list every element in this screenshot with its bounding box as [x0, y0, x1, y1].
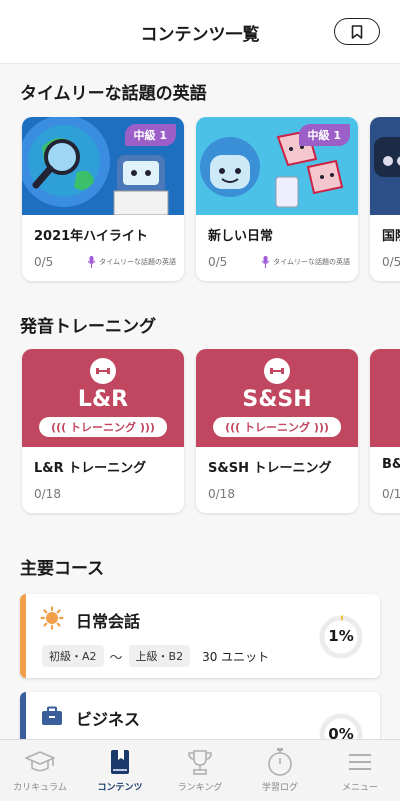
tab-menu[interactable]: メニュー	[320, 740, 400, 801]
training-name: S&SH	[242, 387, 312, 412]
microphone-icon	[261, 256, 270, 268]
microphone-icon	[87, 256, 96, 268]
card-thumbnail	[370, 117, 400, 215]
card-title: 国際	[382, 229, 400, 244]
level-badge: 中級 1	[124, 124, 176, 146]
progress-percent: 1%	[328, 627, 354, 645]
graduation-cap-icon	[25, 751, 55, 772]
training-pill: ((( トレーニング )))	[213, 417, 341, 437]
card-tag: タイムリーな話題の英語	[261, 256, 350, 268]
card-title: B&	[382, 457, 400, 472]
trophy-icon	[188, 750, 212, 775]
section-title-courses: 主要コース	[20, 559, 105, 579]
level-from: 初級・A2	[42, 645, 104, 667]
card-thumbnail: 中級 1	[196, 117, 358, 215]
card-tag: タイムリーな話題の英語	[87, 256, 176, 268]
training-card[interactable]: S&SH ((( トレーニング ))) S&SH トレーニング 0/18	[196, 349, 358, 513]
tab-curriculum[interactable]: カリキュラム	[0, 740, 80, 801]
sun-icon	[40, 606, 64, 630]
card-progress: 0/18	[34, 487, 61, 501]
training-card[interactable]: B& 0/1	[370, 349, 400, 513]
tab-ranking[interactable]: ランキング	[160, 740, 240, 801]
card-progress: 0/5	[208, 255, 228, 269]
card-title: S&SH トレーニング	[208, 461, 332, 476]
card-thumbnail: L&R ((( トレーニング )))	[22, 349, 184, 447]
card-thumbnail	[370, 349, 400, 447]
tab-contents[interactable]: コンテンツ	[80, 740, 160, 801]
course-units: 30 ユニット	[202, 649, 270, 664]
level-badge: 中級 1	[298, 124, 350, 146]
course-name: 日常会話	[76, 612, 141, 631]
level-to: 上級・B2	[128, 645, 191, 667]
stopwatch-icon	[268, 748, 292, 776]
dumbbell-icon	[264, 358, 290, 384]
card-title: 新しい日常	[208, 229, 274, 244]
pronunciation-carousel[interactable]: L&R ((( トレーニング ))) L&R トレーニング 0/18 S&SH …	[0, 349, 400, 519]
bookmark-icon	[351, 24, 363, 39]
training-name: L&R	[77, 387, 129, 412]
section-title-topical: タイムリーな話題の英語	[20, 84, 207, 104]
tab-bar: カリキュラム コンテンツ ランキング 学習ログ メニュー	[0, 739, 400, 801]
card-progress: 0/5	[34, 255, 54, 269]
menu-icon	[349, 754, 371, 770]
book-icon	[111, 750, 129, 774]
course-card-daily-conversation[interactable]: 日常会話 初級・A2 〜 上級・B2 30 ユニット 1%	[20, 594, 380, 678]
tab-study-log[interactable]: 学習ログ	[240, 740, 320, 801]
course-name: ビジネス	[76, 710, 141, 729]
header: コンテンツ一覧	[0, 0, 400, 64]
briefcase-icon	[42, 706, 62, 725]
card-thumbnail: 中級 1	[22, 117, 184, 215]
card-thumbnail: S&SH ((( トレーニング )))	[196, 349, 358, 447]
section-title-pronunciation: 発音トレーニング	[20, 317, 156, 337]
training-card[interactable]: L&R ((( トレーニング ))) L&R トレーニング 0/18	[22, 349, 184, 513]
card-progress: 0/1	[382, 487, 400, 501]
topical-carousel[interactable]: 中級 1 2021年ハイライト 0/5 タイムリーな話題の英語 中級 1 新しい…	[0, 117, 400, 287]
card-progress: 0/18	[208, 487, 235, 501]
progress-ring: 1%	[318, 614, 364, 660]
content-card[interactable]: 中級 1 2021年ハイライト 0/5 タイムリーな話題の英語	[22, 117, 184, 281]
dumbbell-icon	[90, 358, 116, 384]
card-title: 2021年ハイライト	[34, 229, 148, 244]
course-accent-bar	[20, 594, 26, 678]
content-card[interactable]: 中級 1 新しい日常 0/5 タイムリーな話題の英語	[196, 117, 358, 281]
training-pill: ((( トレーニング )))	[39, 417, 167, 437]
course-levels: 初級・A2 〜 上級・B2 30 ユニット	[42, 645, 269, 667]
content-card[interactable]: 国際 0/5	[370, 117, 400, 281]
card-title: L&R トレーニング	[34, 461, 147, 476]
bookmark-button[interactable]	[334, 18, 380, 45]
card-progress: 0/5	[382, 255, 400, 269]
